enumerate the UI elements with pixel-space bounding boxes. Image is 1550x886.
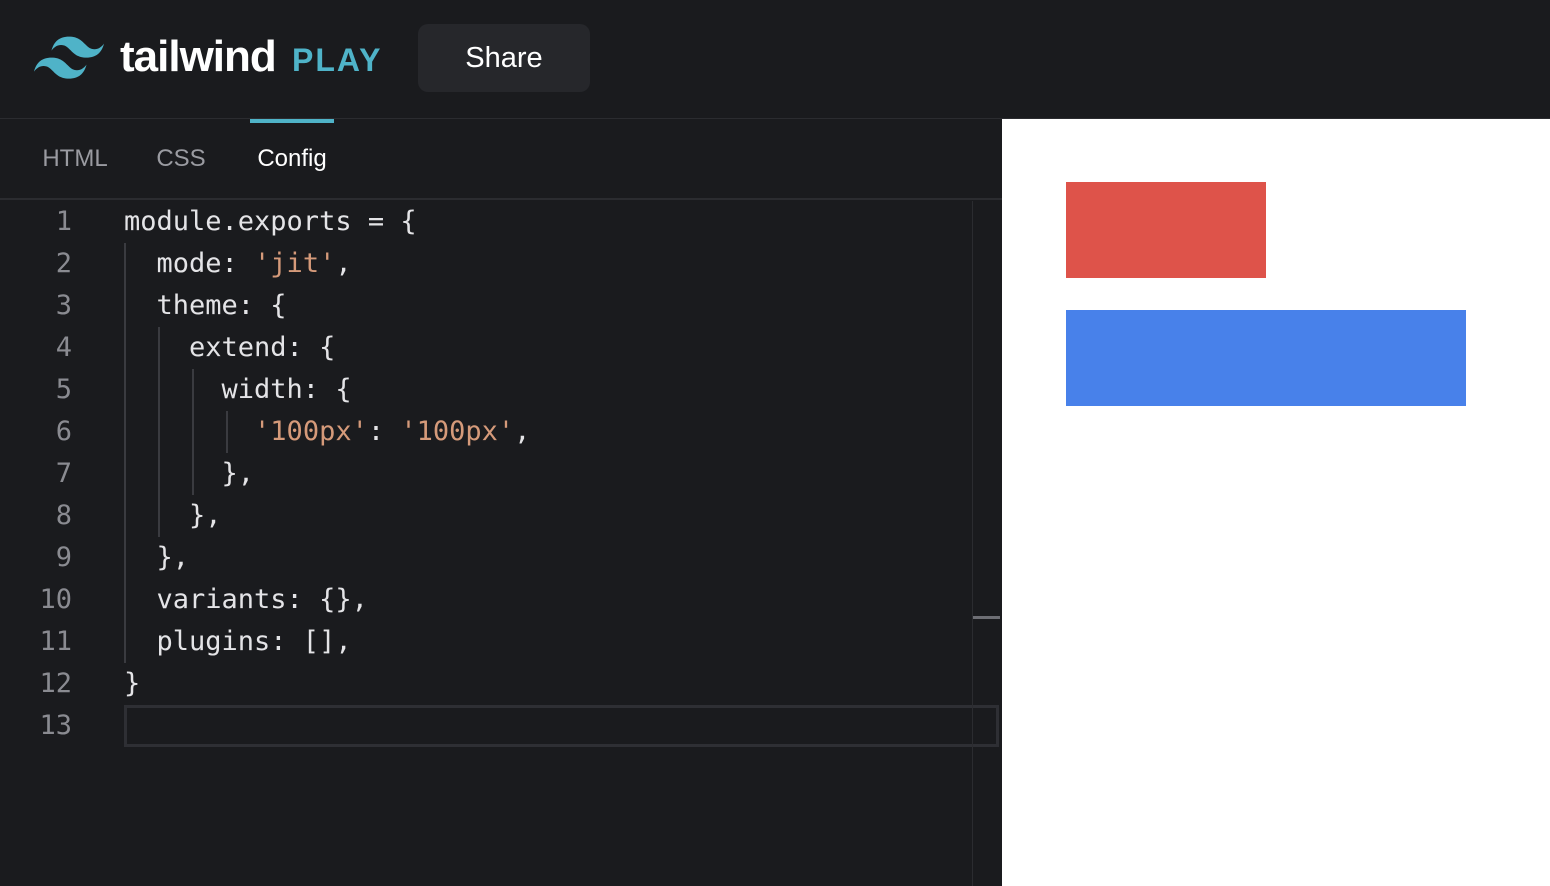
code-text: plugins: [], [124, 621, 352, 663]
code-token: }, [124, 458, 255, 489]
code-line: 1 module.exports = { [0, 201, 972, 243]
code-line: 9 }, [0, 537, 972, 579]
editor-panel: HTML CSS Config 1 module.exports = { 2 mod… [0, 119, 1002, 886]
code-text: variants: {}, [124, 579, 368, 621]
line-number: 7 [55, 458, 72, 489]
code-token: , [514, 416, 531, 447]
code-text: } [124, 663, 140, 705]
scrollbar-thumb[interactable] [973, 616, 1000, 619]
share-button[interactable]: Share [418, 24, 590, 92]
logo-play-label: PLAY [292, 42, 383, 78]
code-text: }, [124, 537, 190, 579]
line-number: 9 [55, 542, 72, 573]
red-box [1066, 182, 1266, 278]
code-line: 13 [0, 705, 972, 747]
code-token: variants: {}, [124, 584, 368, 615]
blue-box [1066, 310, 1466, 406]
tab-html[interactable]: HTML [40, 119, 110, 198]
code-token: , [335, 248, 352, 279]
code-line: 6 '100px': '100px', [0, 411, 972, 453]
line-number: 13 [39, 710, 72, 741]
line-number: 3 [55, 290, 72, 321]
line-number: 4 [55, 332, 72, 363]
string-token: 'jit' [254, 248, 336, 279]
code-token: plugins: [], [124, 626, 352, 657]
code-line: 8 }, [0, 495, 972, 537]
preview-panel [1002, 119, 1550, 886]
code-line: 10 variants: {}, [0, 579, 972, 621]
code-token: }, [124, 542, 190, 573]
code-token: }, [124, 500, 222, 531]
line-number: 12 [39, 668, 72, 699]
line-number: 1 [55, 206, 72, 237]
code-editor[interactable]: 1 module.exports = {2 mode: 'jit', 3 theme… [0, 201, 999, 886]
line-number: 6 [55, 416, 72, 447]
code-token: mode: [124, 248, 255, 279]
tab-config[interactable]: Config [250, 119, 334, 198]
code-token: width: { [124, 374, 352, 405]
code-line: 11 plugins: [], [0, 621, 972, 663]
line-number: 11 [39, 626, 72, 657]
editor-scrollbar[interactable] [972, 201, 1002, 886]
code-text: module.exports = { [124, 201, 417, 243]
string-token: '100px' [400, 416, 515, 447]
line-number: 2 [55, 248, 72, 279]
code-line: 3 theme: { [0, 285, 972, 327]
code-line: 4 extend: { [0, 327, 972, 369]
code-token: } [124, 668, 141, 699]
code-text: }, [124, 453, 255, 495]
code-token: theme: { [124, 290, 287, 321]
code-line: 7 }, [0, 453, 972, 495]
editor-tabs: HTML CSS Config [0, 119, 1002, 200]
tailwind-logo-icon [34, 36, 104, 79]
code-text: '100px': '100px', [124, 411, 530, 453]
line-number: 8 [55, 500, 72, 531]
code-text: theme: { [124, 285, 287, 327]
logo-wordmark: tailwind [120, 32, 277, 81]
code-token: module.exports = { [124, 206, 417, 237]
line-number: 10 [39, 584, 72, 615]
code-text: }, [124, 495, 222, 537]
code-token: : [367, 416, 401, 447]
code-line: 12} [0, 663, 972, 705]
code-text: extend: { [124, 327, 335, 369]
code-text: mode: 'jit', [124, 243, 352, 285]
string-token: '100px' [254, 416, 368, 447]
code-text: width: { [124, 369, 352, 411]
code-line: 5 width: { [0, 369, 972, 411]
top-bar: tailwind PLAY Share [0, 0, 1550, 119]
tab-css[interactable]: CSS [156, 119, 206, 198]
line-number: 5 [55, 374, 72, 405]
code-token: extend: { [124, 332, 336, 363]
code-line: 2 mode: 'jit', [0, 243, 972, 285]
